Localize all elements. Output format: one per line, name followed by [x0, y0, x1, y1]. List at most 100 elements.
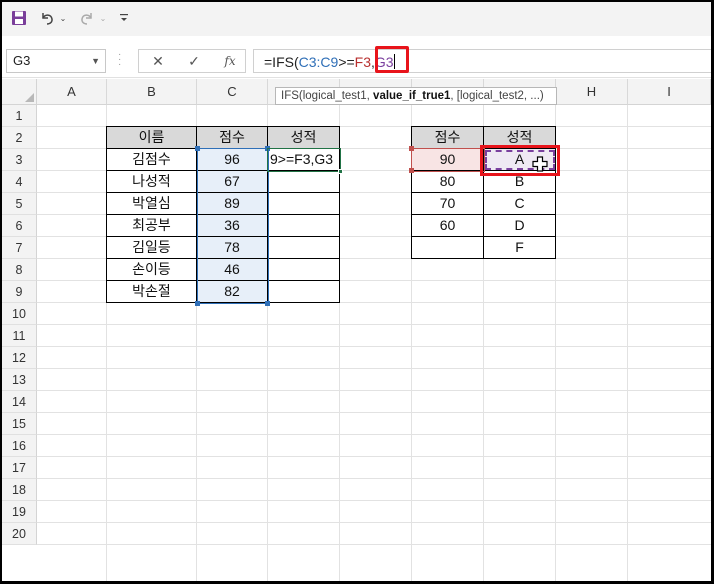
row-header-2[interactable]: 2 [2, 127, 37, 149]
table2-score-cell[interactable]: 80 [411, 171, 484, 193]
row-header-8[interactable]: 8 [2, 259, 37, 281]
table1-header-score[interactable]: 점수 [197, 126, 268, 149]
g3-highlight-box [480, 145, 560, 176]
row-header-12[interactable]: 12 [2, 347, 37, 369]
table1-grade-cell[interactable] [268, 259, 340, 281]
row-header-13[interactable]: 13 [2, 369, 37, 391]
row-header-19[interactable]: 19 [2, 501, 37, 523]
table1-grade-cell[interactable] [268, 237, 340, 259]
row-header-20[interactable]: 20 [2, 523, 37, 545]
table2-score-cell[interactable]: 70 [411, 193, 484, 215]
range-handle[interactable] [409, 168, 414, 173]
row-header-10[interactable]: 10 [2, 303, 37, 325]
table1-grade-cell[interactable] [268, 281, 340, 303]
col-header-h[interactable]: H [556, 79, 628, 105]
undo-icon[interactable] [36, 7, 58, 29]
gridline [37, 434, 711, 435]
row-header-9[interactable]: 9 [2, 281, 37, 303]
table1-grade-cell[interactable] [268, 193, 340, 215]
table1-header-name[interactable]: 이름 [106, 126, 197, 149]
table2-score-cell[interactable]: 60 [411, 215, 484, 237]
excel-window: ⌄ ⌄ G3 ▼ · · · ✕ ✓ fx =IFS(C3:C9>=F3,G3 A [2, 2, 711, 581]
row-header-14[interactable]: 14 [2, 391, 37, 413]
gridline [37, 390, 711, 391]
gridline [37, 522, 711, 523]
gridline [37, 456, 711, 457]
formula-buttons: ✕ ✓ fx [138, 49, 246, 73]
table2-grade-cell[interactable]: F [484, 237, 556, 259]
table1-name-cell[interactable]: 김점수 [106, 149, 197, 171]
active-cell-border [267, 148, 341, 172]
formula-input[interactable]: =IFS(C3:C9>=F3,G3 [253, 49, 711, 73]
redo-icon[interactable] [76, 7, 98, 29]
row-header-11[interactable]: 11 [2, 325, 37, 347]
undo-dropdown-icon[interactable]: ⌄ [58, 7, 68, 29]
row-header-18[interactable]: 18 [2, 479, 37, 501]
range-handle[interactable] [409, 146, 414, 151]
table1-header-grade[interactable]: 성적 [268, 126, 340, 149]
table2-score-cell[interactable] [411, 237, 484, 259]
enter-icon[interactable]: ✓ [181, 51, 207, 71]
row-header-17[interactable]: 17 [2, 457, 37, 479]
cell-cursor-icon [532, 156, 548, 177]
tooltip-bold-arg: value_if_true1 [373, 90, 451, 102]
formula-part-func: =IFS( [264, 54, 299, 70]
table1-grade-cell[interactable] [268, 171, 340, 193]
gridline [37, 478, 711, 479]
redo-dropdown-icon[interactable]: ⌄ [98, 7, 108, 29]
save-icon[interactable] [8, 7, 30, 29]
gridline [37, 324, 711, 325]
tooltip-fn: IFS(logical_test1, [281, 90, 374, 102]
gridline [37, 368, 711, 369]
row-header-5[interactable]: 5 [2, 193, 37, 215]
row-header-6[interactable]: 6 [2, 215, 37, 237]
cancel-icon[interactable]: ✕ [145, 51, 171, 71]
gridline [37, 544, 711, 545]
col-header-i[interactable]: I [628, 79, 711, 105]
chevron-down-icon[interactable]: ▼ [91, 50, 100, 72]
formula-ref-f3: F3 [354, 54, 372, 70]
range-handle[interactable] [265, 301, 270, 306]
row-header-16[interactable]: 16 [2, 435, 37, 457]
customize-icon[interactable] [116, 7, 132, 29]
table1-name-cell[interactable]: 최공부 [106, 215, 197, 237]
select-all-button[interactable] [2, 79, 37, 105]
row-header-15[interactable]: 15 [2, 413, 37, 435]
table1-name-cell[interactable]: 손이등 [106, 259, 197, 281]
table2-header-score[interactable]: 점수 [411, 126, 484, 149]
table1-name-cell[interactable]: 김일등 [106, 237, 197, 259]
table1-name-cell[interactable]: 박손절 [106, 281, 197, 303]
function-tooltip: IFS(logical_test1, value_if_true1, [logi… [275, 87, 557, 105]
table2-grade-cell[interactable]: D [484, 215, 556, 237]
spreadsheet-grid[interactable]: A B C D E F G H I 1 2 3 4 5 6 7 8 9 10 1… [2, 79, 711, 581]
fill-handle[interactable] [338, 169, 343, 174]
formula-bar-row: G3 ▼ · · · ✕ ✓ fx =IFS(C3:C9>=F3,G3 [2, 43, 711, 78]
table1-name-cell[interactable]: 나성적 [106, 171, 197, 193]
gridline [37, 346, 711, 347]
tooltip-rest: , [logical_test2, ...) [450, 90, 544, 102]
range-reference-f3 [411, 148, 485, 172]
formula-ref-c3-c9: C3:C9 [298, 54, 339, 70]
row-header-1[interactable]: 1 [2, 105, 37, 127]
range-handle[interactable] [195, 301, 200, 306]
range-handle[interactable] [195, 146, 200, 151]
quick-access-toolbar: ⌄ ⌄ [2, 2, 711, 36]
insert-function-icon[interactable]: fx [217, 51, 243, 71]
row-header-4[interactable]: 4 [2, 171, 37, 193]
gridline [627, 105, 628, 581]
table2-grade-cell[interactable]: C [484, 193, 556, 215]
splitter-icon[interactable]: · · · [118, 50, 121, 70]
gridline [37, 500, 711, 501]
row-header-7[interactable]: 7 [2, 237, 37, 259]
col-header-b[interactable]: B [107, 79, 197, 105]
formula-part-op: >= [338, 54, 355, 70]
table1-name-cell[interactable]: 박열심 [106, 193, 197, 215]
name-box[interactable]: G3 ▼ [6, 49, 106, 73]
col-header-a[interactable]: A [37, 79, 107, 105]
row-header-3[interactable]: 3 [2, 149, 37, 171]
table1-grade-cell[interactable] [268, 215, 340, 237]
name-box-value: G3 [13, 53, 31, 68]
range-reference-c3-c9 [197, 148, 269, 304]
col-header-c[interactable]: C [197, 79, 268, 105]
formula-highlight-box [375, 46, 409, 73]
